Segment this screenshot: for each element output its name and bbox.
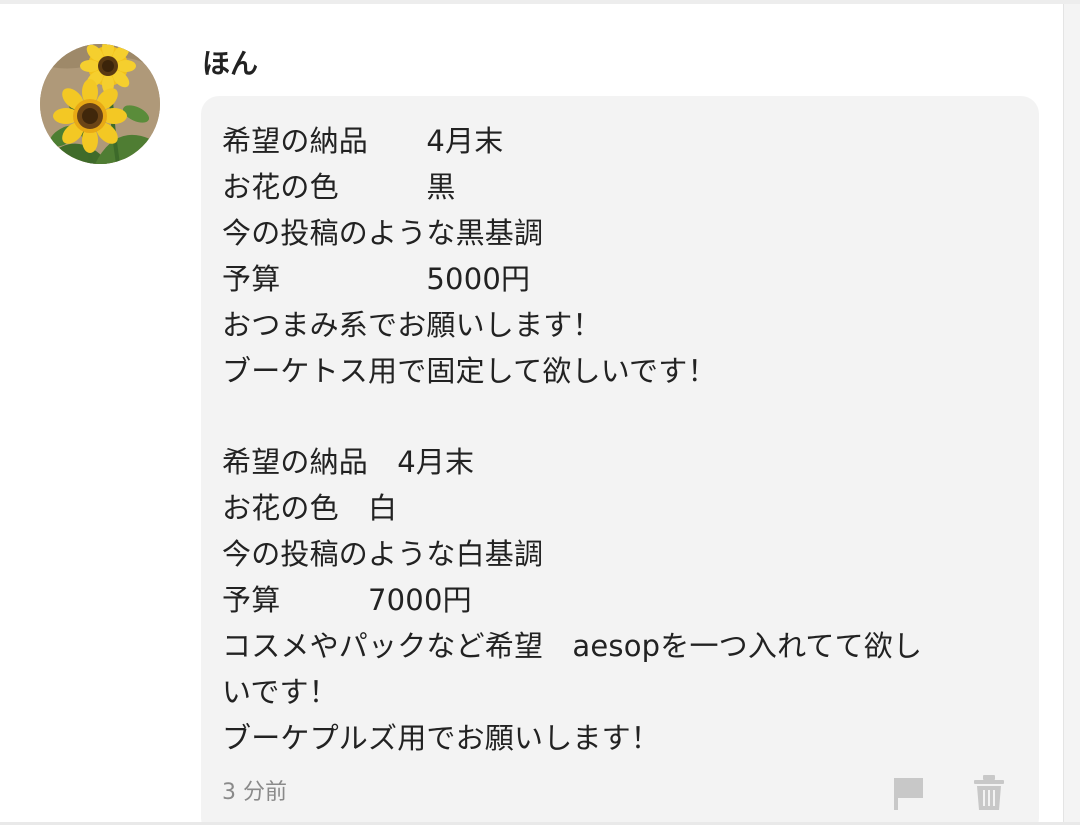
comment-screen: ほん 希望の納品 4月末 お花の色 黒 今の投稿のような黒基調 予算 5000円… [0,0,1080,825]
flag-icon [894,778,923,810]
comment-text: 希望の納品 4月末 お花の色 黒 今の投稿のような黒基調 予算 5000円 おつ… [222,124,923,755]
delete-button[interactable] [972,774,1006,812]
scrollbar-track[interactable] [1063,4,1080,825]
sunflower-avatar-icon [40,44,160,164]
username[interactable]: ほん [202,46,258,82]
trash-icon [974,775,1004,810]
avatar[interactable] [40,44,160,164]
top-divider [0,0,1080,4]
timestamp: 3 分前 [222,780,287,805]
report-button[interactable] [892,774,926,812]
